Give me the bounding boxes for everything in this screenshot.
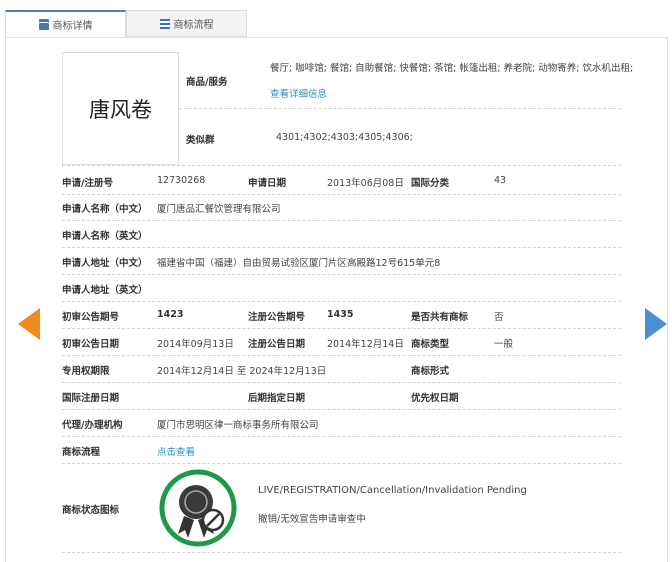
status-en: LIVE/REGISTRATION/Cancellation/Invalidat… — [258, 485, 527, 496]
goods-value: 餐厅; 咖啡馆; 餐馆; 自助餐馆; 快餐馆; 茶馆; 帐篷出租; 养老院; 动… — [270, 63, 634, 74]
field-label-priority-date: 优先权日期 — [411, 393, 459, 404]
field-label-address-en: 申请人地址（英文） — [62, 285, 148, 296]
tab-trademark-details[interactable]: 商标详情 — [5, 10, 126, 37]
field-label-address-cn: 申请人地址（中文） — [62, 258, 148, 269]
field-label-app-date: 申请日期 — [248, 178, 287, 189]
field-value-app-date: 2013年06月08日 — [327, 178, 404, 189]
field-label-term: 专用权期限 — [62, 366, 110, 377]
field-value-applicant-cn: 厦门唐品汇餐饮管理有限公司 — [157, 204, 281, 215]
row-divider — [62, 247, 621, 248]
field-label-intl-class: 国际分类 — [411, 178, 450, 189]
field-label-reg-pub-no: 注册公告期号 — [248, 312, 306, 323]
field-label-later-date: 后期指定日期 — [248, 393, 306, 404]
field-label-applicant-cn: 申请人名称（中文） — [62, 204, 148, 215]
row-divider — [62, 194, 621, 195]
tab-label: 商标流程 — [173, 20, 214, 31]
field-value-tm-type: 一般 — [494, 339, 514, 350]
field-label-agent: 代理/办理机构 — [62, 420, 123, 431]
row-divider — [62, 463, 621, 464]
field-value-intl-class: 43 — [494, 175, 507, 186]
field-value-shared: 否 — [494, 312, 504, 323]
row-divider — [62, 328, 621, 329]
status-cn: 撤销/无效宣告申请审查中 — [258, 514, 366, 525]
field-value-prelim-no: 1423 — [157, 309, 184, 320]
field-value-reg-pub-no: 1435 — [327, 309, 354, 320]
field-label-tm-type: 商标类型 — [411, 339, 450, 350]
field-label-prelim-date: 初审公告日期 — [62, 339, 120, 350]
row-divider — [62, 274, 621, 275]
field-value-reg-no: 12730268 — [157, 175, 206, 186]
prev-arrow-icon[interactable] — [18, 308, 40, 340]
goods-label: 商品/服务 — [186, 77, 228, 88]
grid-icon — [159, 18, 170, 29]
trademark-name: 唐风卷 — [89, 97, 152, 122]
field-value-prelim-date: 2014年09月13日 — [157, 339, 234, 350]
field-label-tm-form: 商标形式 — [411, 366, 450, 377]
row-divider — [62, 220, 621, 221]
field-value-flow[interactable]: 点击查看 — [157, 444, 195, 458]
field-label-intl-reg-date: 国际注册日期 — [62, 393, 120, 404]
field-label-applicant-en: 申请人名称（英文） — [62, 231, 148, 242]
status-icon — [159, 469, 237, 547]
view-details-link[interactable]: 查看详细信息 — [270, 86, 327, 100]
field-value-reg-pub-date: 2014年12月14日 — [327, 339, 404, 350]
field-label-reg-pub-date: 注册公告日期 — [248, 339, 306, 350]
status-label: 商标状态图标 — [62, 505, 120, 516]
row-divider — [62, 409, 621, 410]
row-divider — [62, 436, 621, 437]
tab-trademark-flow[interactable]: 商标流程 — [126, 10, 247, 37]
field-label-prelim-no: 初审公告期号 — [62, 312, 120, 323]
tab-label: 商标详情 — [52, 21, 93, 32]
field-label-flow: 商标流程 — [62, 447, 101, 458]
similar-label: 类似群 — [186, 135, 215, 146]
trademark-image: 唐风卷 — [62, 52, 179, 165]
tab-bar: 商标详情 商标流程 — [5, 10, 247, 37]
row-divider — [62, 382, 621, 383]
field-value-address-cn: 福建省中国（福建）自由贸易试验区厦门片区高殿路12号615单元8 — [157, 258, 441, 269]
next-arrow-icon[interactable] — [645, 308, 667, 340]
row-divider — [62, 355, 621, 356]
row-divider — [62, 301, 621, 302]
field-label-shared: 是否共有商标 — [411, 312, 469, 323]
field-label-reg-no: 申请/注册号 — [62, 178, 113, 189]
similar-value: 4301;4302;4303;4305;4306; — [276, 132, 413, 143]
list-icon — [38, 19, 49, 30]
field-value-term: 2014年12月14日 至 2024年12月13日 — [157, 366, 327, 377]
field-value-agent: 厦门市思明区律一商标事务所有限公司 — [157, 420, 319, 431]
